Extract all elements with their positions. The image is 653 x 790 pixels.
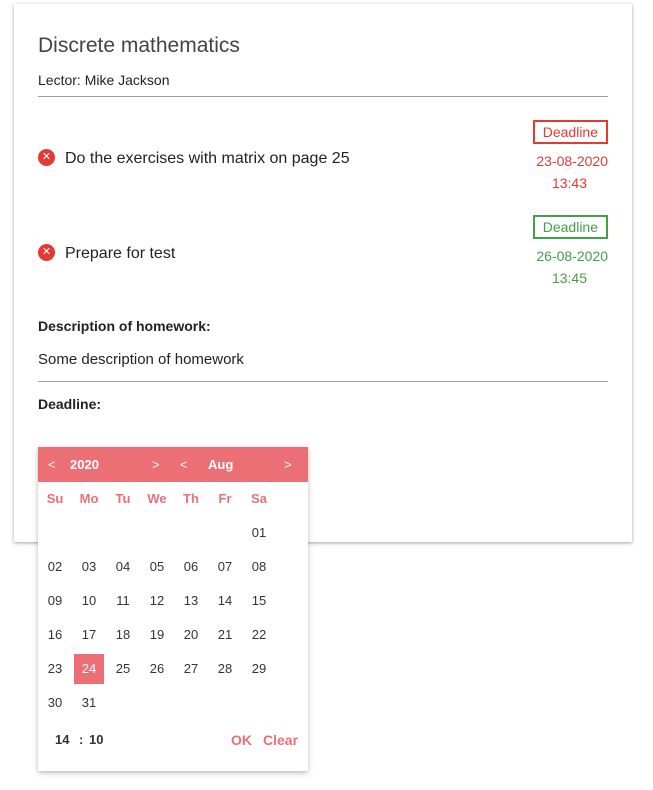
lector-label: Lector: Mike Jackson [38,72,170,88]
deadline-badge: Deadline [532,215,608,239]
calendar-day[interactable]: 11 [108,586,138,616]
calendar-day[interactable]: 13 [176,586,206,616]
calendar-day[interactable]: 22 [244,620,274,650]
calendar-day[interactable]: 05 [142,552,172,582]
course-title: Discrete mathematics [38,34,240,57]
month-label[interactable]: Aug [208,447,233,482]
week-row: 23 24 25 26 27 28 29 [38,652,308,686]
hour-value[interactable]: 14 [55,725,69,755]
calendar-day[interactable]: 18 [108,620,138,650]
calendar-day[interactable]: 16 [40,620,70,650]
calendar-day[interactable]: 04 [108,552,138,582]
calendar-day[interactable]: 21 [210,620,240,650]
next-year-button[interactable]: > [152,447,160,482]
week-row: 02 03 04 05 06 07 08 [38,550,308,584]
prev-month-button[interactable]: < [180,447,188,482]
divider [38,96,608,97]
week-row: 01 [38,516,308,550]
calendar-day[interactable]: 19 [142,620,172,650]
task-text: Do the exercises with matrix on page 25 [65,150,350,167]
calendar-day[interactable]: 10 [74,586,104,616]
calendar-day[interactable]: 28 [210,654,240,684]
minute-value[interactable]: 10 [89,725,103,755]
week-row: 16 17 18 19 20 21 22 [38,618,308,652]
calendar-day[interactable]: 27 [176,654,206,684]
next-month-button[interactable]: > [284,447,292,482]
weekday-label: Th [183,491,199,506]
deadline-label: Deadline: [38,396,102,412]
calendar-day[interactable]: 01 [244,518,274,548]
weekday-label: Sa [251,491,267,506]
date-picker: < 2020 > < Aug > Su Mo Tu We Th Fr Sa 01 02 03 04… [38,447,308,771]
deadline-time: 13:45 [551,270,588,286]
weekday-label: Su [46,491,64,506]
selected-day[interactable]: 24 [74,654,104,684]
prev-year-button[interactable]: < [48,447,56,482]
deadline-badge: Deadline [532,120,608,144]
task-item: ✕ Prepare for test Deadline 26-08-2020 1… [38,215,608,295]
time-separator: : [79,732,84,747]
divider [38,381,608,382]
calendar-day[interactable]: 03 [74,552,104,582]
deadline-date: 26-08-2020 [536,248,608,264]
description-label: Description of homework: [38,318,211,334]
calendar-day[interactable]: 06 [176,552,206,582]
picker-header: < 2020 > < Aug > [38,447,308,482]
weekday-label: Mo [79,491,99,506]
calendar-day[interactable]: 23 [40,654,70,684]
calendar-day[interactable]: 30 [40,688,70,718]
weekday-header: Su Mo Tu We Th Fr Sa [38,482,308,516]
calendar-day[interactable]: 08 [244,552,274,582]
calendar-day[interactable]: 29 [244,654,274,684]
weekday-label: We [147,491,167,506]
weekday-label: Fr [218,491,232,506]
deadline-time: 13:43 [551,175,588,191]
calendar-day[interactable]: 12 [142,586,172,616]
picker-footer: 14 : 10 OK Clear [38,725,308,755]
calendar-day[interactable]: 20 [176,620,206,650]
weekday-label: Tu [115,491,131,506]
calendar-day[interactable]: 15 [244,586,274,616]
description-text: Some description of homework [38,351,244,368]
calendar-day[interactable]: 17 [74,620,104,650]
year-label[interactable]: 2020 [70,447,99,482]
task-item: ✕ Do the exercises with matrix on page 2… [38,120,608,200]
clear-button[interactable]: Clear [263,725,298,755]
task-text: Prepare for test [65,245,176,262]
calendar-day[interactable]: 26 [142,654,172,684]
calendar-day[interactable]: 07 [210,552,240,582]
close-circle-icon[interactable]: ✕ [38,149,55,166]
calendar-day[interactable]: 09 [40,586,70,616]
ok-button[interactable]: OK [231,725,252,755]
calendar-day[interactable]: 02 [40,552,70,582]
week-row: 09 10 11 12 13 14 15 [38,584,308,618]
deadline-date: 23-08-2020 [536,153,608,169]
close-circle-icon[interactable]: ✕ [38,244,55,261]
week-row: 30 31 [38,686,308,720]
calendar-day[interactable]: 31 [74,688,104,718]
calendar-day[interactable]: 14 [210,586,240,616]
calendar-day[interactable]: 25 [108,654,138,684]
